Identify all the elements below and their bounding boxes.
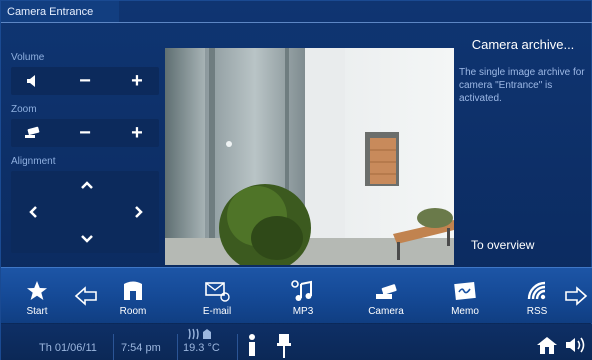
status-temperature: 19.3 °C [183, 342, 220, 354]
app-dock: Start Room E-mail MP3 Camera Memo RSS [1, 267, 592, 323]
dock-label: Start [26, 306, 48, 317]
volume-down-button[interactable]: − [71, 69, 99, 93]
dock-label: Room [119, 306, 147, 317]
pan-up-button[interactable] [73, 173, 101, 197]
volume-icon[interactable] [565, 336, 589, 359]
pan-down-button[interactable] [73, 227, 101, 251]
camera-live-image [165, 48, 454, 265]
rss-icon [525, 275, 549, 307]
status-bar: Th 01/06/11 7:54 pm 19.3 °C [1, 324, 592, 360]
status-divider [177, 334, 178, 360]
memo-icon [453, 275, 477, 307]
arrow-right-icon [565, 286, 588, 306]
email-icon [204, 275, 230, 307]
room-icon [122, 275, 144, 307]
dock-label: Camera [368, 306, 404, 317]
camera-control-panel: Volume − + Zoom − + Alignment [11, 51, 159, 261]
volume-control: − + [11, 67, 159, 95]
window-title: Camera Entrance [1, 1, 119, 23]
zoom-label: Zoom [11, 104, 37, 115]
speaker-icon[interactable] [19, 69, 47, 93]
camera-icon [373, 275, 399, 307]
volume-label: Volume [11, 52, 45, 63]
status-divider [237, 334, 238, 360]
zoom-out-button[interactable]: − [71, 121, 99, 145]
dock-prev-button[interactable] [71, 282, 101, 310]
dock-item-start[interactable]: Start [7, 268, 67, 324]
zoom-in-button[interactable]: + [123, 121, 151, 145]
dock-item-room[interactable]: Room [103, 268, 163, 324]
pan-right-button[interactable] [125, 200, 153, 224]
camera-icon [19, 121, 47, 145]
info-icon[interactable] [245, 334, 259, 360]
to-overview-link[interactable]: To overview [471, 238, 534, 252]
dock-item-memo[interactable]: Memo [435, 268, 495, 324]
status-divider [113, 334, 114, 360]
camera-archive-link[interactable]: Camera archive... [457, 37, 592, 52]
dock-label: RSS [526, 306, 548, 317]
alignment-label: Alignment [11, 156, 56, 167]
dock-item-rss[interactable]: RSS [507, 268, 567, 324]
dock-label: Memo [451, 306, 479, 317]
music-note-icon [291, 275, 315, 307]
title-bar: Camera Entrance [1, 1, 592, 23]
dock-item-mp3[interactable]: MP3 [273, 268, 333, 324]
volume-up-button[interactable]: + [123, 69, 151, 93]
arrow-left-icon [74, 286, 97, 306]
star-icon [26, 275, 48, 307]
archive-status-text: The single image archive for camera "Ent… [459, 67, 585, 104]
status-date: Th 01/06/11 [39, 342, 97, 354]
pin-icon[interactable] [277, 333, 291, 360]
home-icon[interactable] [535, 335, 559, 360]
zoom-control: − + [11, 119, 159, 147]
dock-label: E-mail [202, 306, 232, 317]
pan-left-button[interactable] [19, 200, 47, 224]
dock-next-button[interactable] [561, 282, 591, 310]
dock-item-email[interactable]: E-mail [187, 268, 247, 324]
alignment-control [11, 171, 159, 253]
dock-item-camera[interactable]: Camera [356, 268, 416, 324]
archive-info: Camera archive... The single image archi… [457, 37, 592, 105]
dock-label: MP3 [292, 306, 314, 317]
camera-screen: Camera Entrance Volume − + Zoom − + Alig… [0, 0, 592, 360]
title-divider [119, 22, 592, 23]
status-time: 7:54 pm [121, 342, 161, 354]
